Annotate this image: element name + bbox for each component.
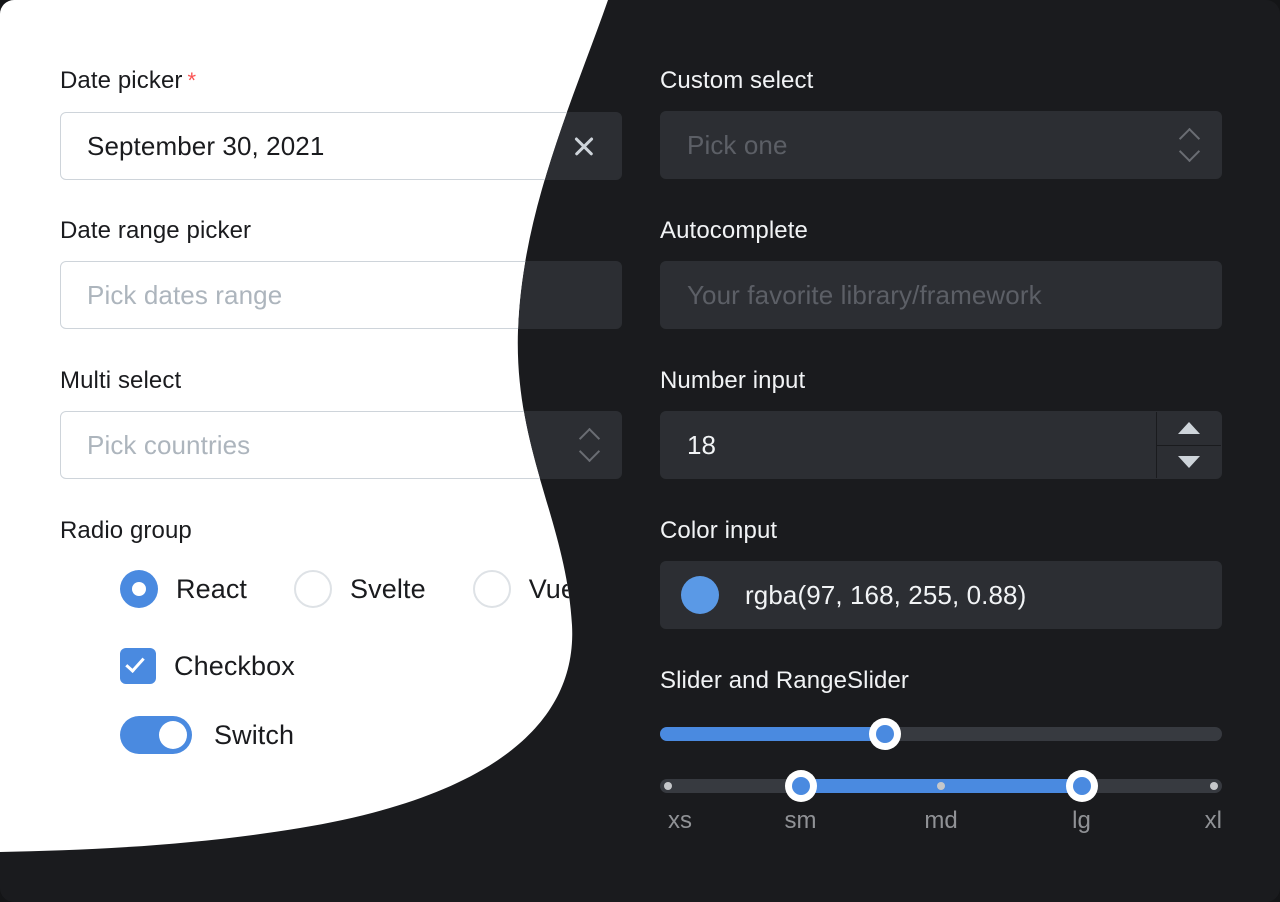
checkbox-row: Checkbox: [120, 648, 295, 684]
radio-vue[interactable]: [473, 570, 511, 608]
autocomplete-placeholder: Your favorite library/framework: [661, 280, 1042, 311]
sliders-label: Slider and RangeSlider: [660, 666, 1222, 696]
slider-fill: [660, 727, 885, 741]
range-slider-mark: [1210, 782, 1218, 790]
required-marker: *: [187, 68, 196, 93]
number-input[interactable]: 18: [660, 411, 1222, 479]
color-input-label: Color input: [660, 516, 1222, 546]
radio-group: React Svelte Vue: [120, 570, 576, 608]
range-slider-thumb-start[interactable]: [785, 770, 817, 802]
custom-select-label: Custom select: [660, 66, 1222, 96]
number-input-spinner[interactable]: [1156, 412, 1221, 478]
autocomplete-field: Autocomplete: [660, 216, 1222, 246]
chevron-up-down-icon: [579, 429, 599, 461]
range-slider-thumb-end[interactable]: [1066, 770, 1098, 802]
multi-select-placeholder: Pick countries: [61, 430, 250, 461]
number-input-label: Number input: [660, 366, 1222, 396]
range-slider-mark-label: lg: [1072, 807, 1091, 835]
checkbox-label[interactable]: Checkbox: [174, 651, 295, 682]
increment-button[interactable]: [1157, 412, 1221, 446]
decrement-button[interactable]: [1157, 446, 1221, 479]
custom-select-input[interactable]: Pick one: [660, 111, 1222, 179]
close-icon[interactable]: [571, 133, 597, 159]
theme-split-showcase: September 30, 2021 Pick dates range Pick…: [0, 0, 1280, 902]
radio-label-react[interactable]: React: [176, 574, 247, 605]
switch-row: Switch: [120, 716, 294, 754]
date-picker-label: Date picker*: [60, 66, 622, 96]
radio-group-field: Radio group: [60, 516, 622, 546]
range-slider-mark-label: sm: [785, 807, 817, 835]
date-picker-value: September 30, 2021: [61, 131, 324, 162]
date-picker-field: Date picker*: [60, 66, 622, 96]
switch-label[interactable]: Switch: [214, 720, 294, 751]
range-slider-mark-label: xl: [1205, 807, 1222, 835]
sliders-field: Slider and RangeSlider: [660, 666, 1222, 696]
color-input-field: Color input: [660, 516, 1222, 546]
range-slider-mark: [937, 782, 945, 790]
date-range-picker-placeholder: Pick dates range: [61, 280, 282, 311]
radio-react[interactable]: [120, 570, 158, 608]
color-input-value: rgba(97, 168, 255, 0.88): [719, 580, 1026, 611]
radio-group-label: Radio group: [60, 516, 622, 546]
custom-select-placeholder: Pick one: [661, 130, 788, 161]
range-slider-mark-label: xs: [668, 807, 692, 835]
color-input[interactable]: rgba(97, 168, 255, 0.88): [660, 561, 1222, 629]
date-picker-label-text: Date picker: [60, 67, 182, 94]
autocomplete-label: Autocomplete: [660, 216, 1222, 246]
slider-thumb[interactable]: [869, 718, 901, 750]
custom-select-field: Custom select: [660, 66, 1222, 96]
autocomplete-input[interactable]: Your favorite library/framework: [660, 261, 1222, 329]
date-picker-input[interactable]: September 30, 2021: [60, 112, 622, 180]
chevron-up-down-icon[interactable]: [1179, 129, 1199, 161]
color-swatch[interactable]: [681, 576, 719, 614]
range-slider-mark: [664, 782, 672, 790]
radio-label-svelte[interactable]: Svelte: [350, 574, 426, 605]
number-input-field: Number input: [660, 366, 1222, 396]
radio-svelte[interactable]: [294, 570, 332, 608]
checkbox[interactable]: [120, 648, 156, 684]
triangle-up-icon: [1178, 422, 1200, 434]
number-input-value: 18: [661, 430, 716, 461]
range-slider-track[interactable]: xs sm md lg xl: [660, 779, 1222, 793]
slider-track[interactable]: [660, 727, 1222, 741]
triangle-down-icon: [1178, 456, 1200, 468]
range-slider-mark-label: md: [924, 807, 957, 835]
switch-toggle[interactable]: [120, 716, 192, 754]
